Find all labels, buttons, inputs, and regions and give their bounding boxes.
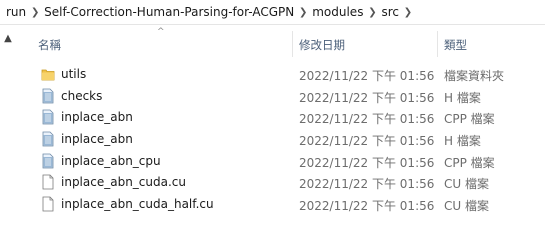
scroll-up-arrow-icon[interactable]: ▲ [0, 33, 16, 47]
file-date-modified: 2022/11/22 下午 01:56 [299, 112, 435, 127]
column-divider[interactable] [292, 31, 293, 57]
sort-ascending-icon: ^ [157, 27, 165, 37]
source-file-icon [41, 153, 55, 169]
breadcrumb-item-run[interactable]: run [0, 5, 28, 19]
breadcrumb-item-project[interactable]: Self-Correction-Human-Parsing-for-ACGPN [42, 5, 296, 19]
blank-file-icon [41, 196, 55, 212]
file-date-modified: 2022/11/22 下午 01:56 [299, 134, 435, 149]
file-type: CPP 檔案 [444, 155, 495, 170]
file-name: inplace_abn_cuda_half.cu [61, 197, 214, 212]
file-type: CU 檔案 [444, 177, 489, 192]
column-header-type[interactable]: 類型 [444, 37, 467, 53]
file-list: utils 2022/11/22 下午 01:56 檔案資料夾 checks 2022/… [0, 63, 545, 215]
file-name: inplace_abn_cuda.cu [61, 175, 186, 190]
file-date-modified: 2022/11/22 下午 01:56 [299, 177, 435, 192]
source-file-icon [41, 131, 55, 147]
file-row[interactable]: inplace_abn_cpu 2022/11/22 下午 01:56 CPP 檔案 [0, 150, 545, 172]
chevron-right-icon[interactable]: ❯ [296, 7, 310, 18]
blank-file-icon [41, 174, 55, 190]
file-type: CPP 檔案 [444, 112, 495, 127]
file-type: 檔案資料夾 [444, 69, 505, 83]
file-row[interactable]: inplace_abn 2022/11/22 下午 01:56 H 檔案 [0, 128, 545, 150]
file-name: inplace_abn_cpu [61, 153, 161, 168]
column-divider[interactable] [437, 31, 438, 57]
breadcrumb-item-modules[interactable]: modules [310, 5, 365, 19]
chevron-right-icon[interactable]: ❯ [401, 7, 415, 18]
file-row[interactable]: inplace_abn_cuda.cu 2022/11/22 下午 01:56 CU… [0, 171, 545, 193]
file-type: H 檔案 [444, 134, 481, 149]
file-row[interactable]: utils 2022/11/22 下午 01:56 檔案資料夾 [0, 63, 545, 85]
breadcrumb: run ❯ Self-Correction-Human-Parsing-for-… [0, 0, 545, 25]
file-date-modified: 2022/11/22 下午 01:56 [299, 69, 435, 83]
file-type: CU 檔案 [444, 199, 489, 214]
column-header-row: ▲ ^ 名稱 修改日期 類型 [0, 25, 545, 63]
file-row[interactable]: inplace_abn_cuda_half.cu 2022/11/22 下午 01… [0, 193, 545, 215]
file-name: inplace_abn [61, 110, 133, 125]
file-date-modified: 2022/11/22 下午 01:56 [299, 90, 435, 105]
folder-icon [41, 66, 55, 82]
column-header-date-modified[interactable]: 修改日期 [299, 37, 345, 53]
file-name: utils [61, 67, 87, 81]
file-name: checks [61, 88, 103, 103]
source-file-icon [41, 88, 55, 104]
file-date-modified: 2022/11/22 下午 01:56 [299, 199, 435, 214]
file-date-modified: 2022/11/22 下午 01:56 [299, 155, 435, 170]
file-type: H 檔案 [444, 90, 481, 105]
source-file-icon [41, 109, 55, 125]
file-row[interactable]: inplace_abn 2022/11/22 下午 01:56 CPP 檔案 [0, 106, 545, 128]
column-header-name[interactable]: 名稱 [38, 37, 61, 53]
breadcrumb-item-src[interactable]: src [379, 5, 401, 19]
file-row[interactable]: checks 2022/11/22 下午 01:56 H 檔案 [0, 85, 545, 107]
chevron-right-icon[interactable]: ❯ [28, 7, 42, 18]
file-name: inplace_abn [61, 132, 133, 147]
chevron-right-icon[interactable]: ❯ [365, 7, 379, 18]
